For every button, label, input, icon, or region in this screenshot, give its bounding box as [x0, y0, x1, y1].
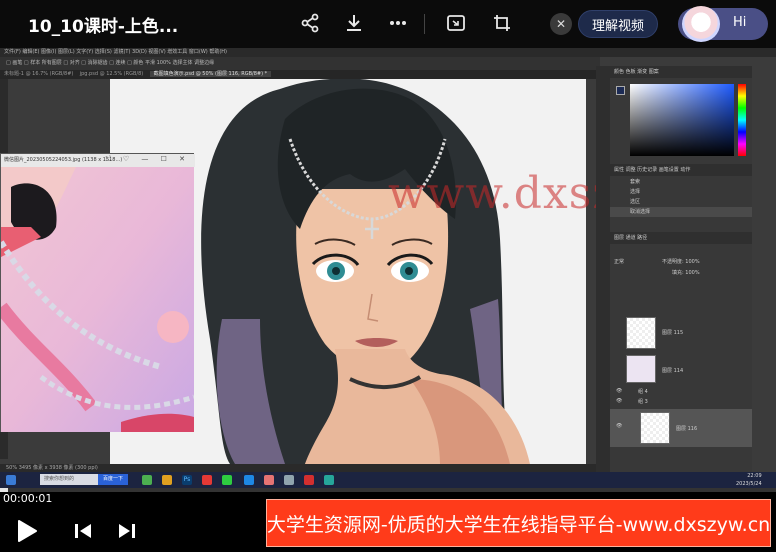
- browser-icon[interactable]: [142, 475, 152, 485]
- right-panels: 颜色 色板 渐变 图案 属性 调整 历史记录 画笔设置 动作 套索 选择 选区 …: [610, 66, 752, 472]
- play-button[interactable]: [14, 518, 40, 544]
- color-picker-field[interactable]: [630, 84, 734, 156]
- layer-blend-mode[interactable]: 正常: [614, 258, 624, 265]
- app-icon[interactable]: [304, 475, 314, 485]
- layer-name: 组 4: [638, 389, 648, 395]
- video-progress-track[interactable]: [0, 488, 776, 492]
- assistant-avatar[interactable]: [682, 6, 720, 42]
- windows-taskbar: 搜索你想到的 百度一下 Ps 22:09 2023/5/24: [0, 472, 776, 488]
- history-list: 套索 选择 选区 取消选择: [610, 176, 752, 224]
- layer-name: 图层 114: [662, 368, 684, 374]
- layers-panel-tabs[interactable]: 图层 通道 路径: [610, 232, 752, 244]
- layer-name: 图层 115: [662, 330, 684, 336]
- document-tab[interactable]: 未标题-1 @ 16.7% (RGB/8#): [4, 71, 73, 77]
- start-icon[interactable]: [6, 475, 16, 485]
- crop-icon[interactable]: [489, 10, 515, 36]
- layer-row[interactable]: 👁 组 4: [610, 387, 752, 396]
- wechat-icon[interactable]: [222, 475, 232, 485]
- layer-name: 图层 116: [676, 426, 698, 432]
- layer-row[interactable]: 👁 组 3: [610, 397, 752, 406]
- previous-button[interactable]: [72, 520, 94, 542]
- reference-image-window[interactable]: 微信图片_20230505224053.jpg (1138 x 1518...)…: [0, 153, 195, 432]
- divider: [424, 14, 425, 34]
- share-icon[interactable]: [297, 10, 323, 36]
- app-icon[interactable]: [324, 475, 334, 485]
- app-icon[interactable]: [264, 475, 274, 485]
- promo-banner: 大学生资源网-优质的大学生在线指导平台-www.dxszyw.cn: [266, 499, 771, 547]
- layer-row[interactable]: 图层 115: [610, 315, 752, 351]
- picture-in-picture-icon[interactable]: [443, 10, 469, 36]
- status-bar: 50% 3495 像素 x 3938 像素 (300 ppi): [0, 464, 600, 472]
- history-item[interactable]: 选择: [630, 188, 640, 195]
- understand-video-button[interactable]: 理解视频: [578, 10, 658, 38]
- next-button[interactable]: [116, 520, 138, 542]
- history-item[interactable]: 选区: [630, 198, 640, 205]
- skip-next-icon: [119, 524, 135, 538]
- close-icon[interactable]: ✕: [550, 13, 572, 35]
- app-icon[interactable]: [284, 475, 294, 485]
- menu-bar[interactable]: 文件(F) 编辑(E) 图像(I) 图层(L) 文字(Y) 选择(S) 滤镜(T…: [0, 48, 776, 57]
- taskbar-clock: 22:09 2023/5/24: [736, 472, 762, 488]
- video-title: 10_10课时-上色...: [28, 17, 179, 37]
- layers-list: 图层 115 图层 114 👁 组 4 👁 组 3 👁 图层 116: [610, 281, 752, 461]
- foreground-swatch[interactable]: [616, 86, 625, 95]
- more-icon[interactable]: [385, 10, 411, 36]
- eye-icon[interactable]: 👁: [616, 388, 622, 394]
- options-bar[interactable]: □ 画笔 □ 样本 所有图层 □ 对齐 □ 消除锯齿 □ 连续 □ 颜色 平滑 …: [0, 57, 600, 70]
- window-controls[interactable]: ⛶ ♡ — ☐ ✕: [106, 155, 190, 164]
- app-icon[interactable]: [244, 475, 254, 485]
- download-icon[interactable]: [341, 10, 367, 36]
- layer-row[interactable]: 图层 114: [610, 355, 752, 385]
- clock-date: 2023/5/24: [736, 481, 762, 487]
- eye-icon[interactable]: 👁: [616, 423, 622, 429]
- taskbar-search-button[interactable]: 百度一下: [98, 474, 128, 485]
- play-icon: [18, 520, 37, 542]
- taskbar-search-input[interactable]: 搜索你想到的: [40, 474, 98, 485]
- history-item-active[interactable]: 取消选择: [630, 208, 650, 215]
- layer-opacity[interactable]: 不透明度: 100%: [662, 258, 700, 265]
- layer-name: 组 3: [638, 399, 648, 405]
- panel-icon-strip[interactable]: [596, 66, 610, 472]
- reference-photo: [1, 167, 194, 432]
- clock-time: 22:09: [747, 473, 762, 479]
- history-item[interactable]: 套索: [630, 178, 640, 185]
- document-tabs[interactable]: 未标题-1 @ 16.7% (RGB/8#) jpg.psd @ 12.5% (…: [0, 70, 600, 79]
- video-timecode: 00:00:01: [3, 492, 53, 505]
- color-panel-tabs[interactable]: 颜色 色板 渐变 图案: [610, 66, 752, 78]
- hue-slider[interactable]: [738, 84, 746, 156]
- photoshop-icon[interactable]: Ps: [182, 475, 192, 485]
- chrome-icon[interactable]: [202, 475, 212, 485]
- assistant-greeting: Hi: [733, 15, 747, 30]
- skip-previous-icon: [75, 524, 91, 538]
- document-tab[interactable]: jpg.psd @ 12.5% (RGB/8): [80, 71, 143, 77]
- layer-fill[interactable]: 填充: 100%: [672, 269, 700, 276]
- eye-icon[interactable]: 👁: [616, 398, 622, 404]
- document-tab-active[interactable]: 截图填色演示.psd @ 50% (图层 116, RGB/8#) *: [149, 71, 272, 77]
- folder-icon[interactable]: [162, 475, 172, 485]
- layer-row-selected[interactable]: 👁 图层 116: [610, 409, 752, 447]
- history-panel-tabs[interactable]: 属性 调整 历史记录 画笔设置 动作: [610, 164, 752, 176]
